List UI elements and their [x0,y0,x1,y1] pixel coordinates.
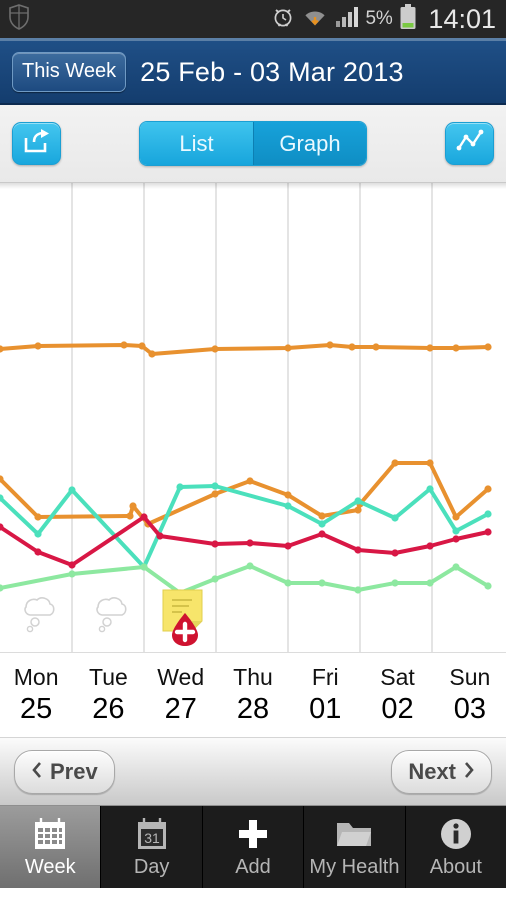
tab-day[interactable]: 31 Day [101,806,203,888]
folder-icon [335,815,373,853]
status-bar-left [8,3,271,35]
share-export-icon [23,128,51,159]
orange-series [0,343,490,356]
chart-area[interactable] [0,183,506,653]
day-marker-tue[interactable] [88,593,130,644]
day-name: Wed [157,664,205,690]
prev-label: Prev [50,758,98,784]
chart-series-layer [0,341,492,597]
this-week-button[interactable]: This Week [12,52,127,92]
calendar-day-31-icon: 31 [135,815,169,853]
day-marker-mon[interactable] [16,593,58,644]
next-button[interactable]: Next [391,749,492,794]
wifi-download-icon [302,5,328,34]
note-bubble-icon [88,597,130,643]
day-column-thu[interactable]: Thu 28 [217,653,289,737]
day-column-wed[interactable]: Wed 27 [145,653,217,737]
tab-graph[interactable]: Graph [253,122,366,165]
status-bar-right: 5% 14:01 [271,3,496,35]
toolbar: List Graph [0,105,506,183]
day-column-mon[interactable]: Mon 25 [0,653,72,737]
status-bar: 5% 14:01 [0,0,506,38]
day-name: Sun [449,664,491,690]
day-number: 01 [309,693,342,725]
tab-list[interactable]: List [140,122,253,165]
teal-series [0,484,490,569]
day-column-tue[interactable]: Tue 26 [72,653,144,737]
battery-percent-label: 5% [365,8,393,29]
prev-button[interactable]: Prev [14,749,115,794]
chevron-right-icon [463,759,475,785]
cellular-signal-icon [335,6,359,33]
day-marker-wed[interactable] [158,587,210,646]
crimson-series [0,515,490,567]
title-bar: This Week 25 Feb - 03 Mar 2013 [0,41,506,105]
battery-icon [399,3,417,35]
next-label: Next [408,758,456,784]
line-chart-icon [456,128,484,159]
date-range-label: 25 Feb - 03 Mar 2013 [140,56,404,87]
day-name: Sat [380,664,415,690]
day-axis: Mon 25 Tue 26 Wed 27 Thu 28 Fri 01 Sat 0… [0,653,506,738]
day-column-sat[interactable]: Sat 02 [361,653,433,737]
day-number: 28 [236,693,270,725]
bottom-tab-bar: Week 31 Day Add My Health About [0,806,506,888]
svg-text:31: 31 [144,830,160,846]
day-name: Fri [311,664,339,690]
health-line-chart [0,183,492,652]
tab-my-health[interactable]: My Health [304,806,406,888]
day-number: 25 [20,693,53,725]
day-name: Tue [89,664,128,690]
day-number: 02 [381,693,414,725]
calendar-week-icon [32,815,68,853]
day-number: 26 [92,693,125,725]
blood-drop-plus-icon [168,611,202,652]
share-button[interactable] [12,122,61,165]
tab-label: Week [24,856,76,878]
day-name: Mon [13,664,59,690]
chart-top-shadow [0,183,506,189]
tab-label: About [429,856,482,878]
day-column-fri[interactable]: Fri 01 [289,653,361,737]
tab-week[interactable]: Week [0,806,102,888]
tab-label: Day [133,856,170,878]
alarm-clock-icon [271,5,295,34]
chevron-left-icon [31,759,43,785]
status-bar-clock: 14:01 [428,3,496,34]
list-graph-segmented-control[interactable]: List Graph [139,121,367,166]
day-number: 03 [453,693,486,725]
chart-type-button[interactable] [445,122,494,165]
note-bubble-icon [16,597,58,643]
chart-gridlines [71,183,433,652]
tab-about[interactable]: About [406,806,506,888]
tab-add[interactable]: Add [203,806,305,888]
light-green-series [0,564,490,595]
plus-icon [235,815,271,853]
tab-label: Add [235,856,271,878]
week-navigation-bar: Prev Next [0,738,506,806]
day-number: 27 [164,693,197,725]
day-name: Thu [233,664,273,690]
info-icon [439,815,473,853]
day-column-sun[interactable]: Sun 03 [434,653,506,737]
tab-label: My Health [309,856,400,878]
shield-icon [8,3,30,35]
